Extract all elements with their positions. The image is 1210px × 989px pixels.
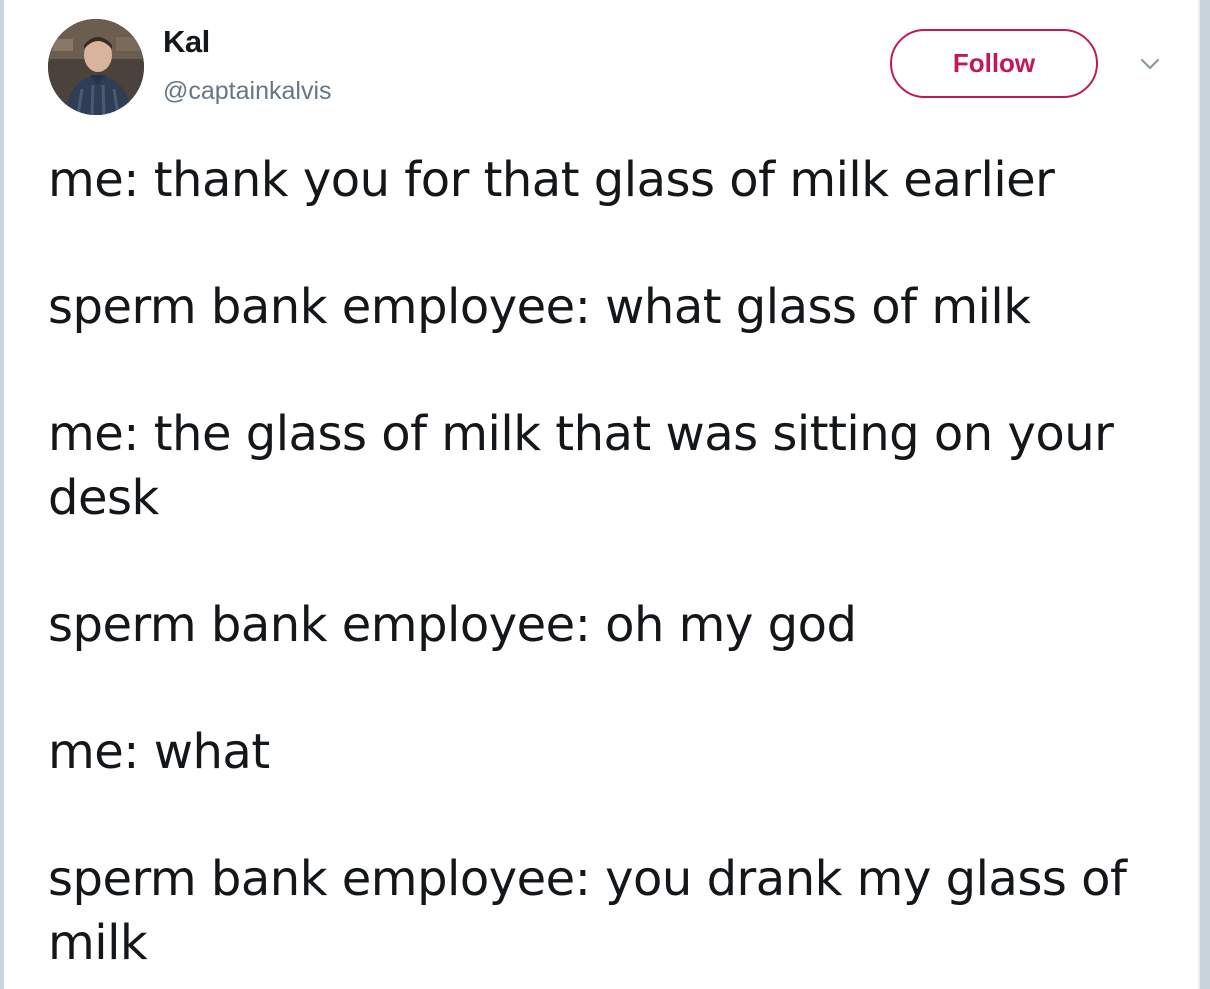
tweet-text: me: thank you for that glass of milk ear… xyxy=(48,148,1168,975)
tweet-line: me: the glass of milk that was sitting o… xyxy=(48,406,1114,526)
display-name[interactable]: Kal xyxy=(163,24,210,60)
chevron-down-icon[interactable] xyxy=(1139,56,1161,72)
user-handle[interactable]: @captainkalvis xyxy=(163,77,332,106)
tweet-line: sperm bank employee: you drank my glass … xyxy=(48,851,1127,971)
tweet-line: me: thank you for that glass of milk ear… xyxy=(48,152,1055,208)
left-border xyxy=(0,0,4,989)
right-border xyxy=(1200,0,1210,989)
avatar[interactable] xyxy=(48,19,144,115)
tweet-line: sperm bank employee: oh my god xyxy=(48,597,857,653)
avatar-image xyxy=(48,19,144,115)
follow-button[interactable]: Follow xyxy=(890,29,1098,98)
tweet-line: sperm bank employee: what glass of milk xyxy=(48,279,1031,335)
tweet-line: me: what xyxy=(48,724,270,780)
